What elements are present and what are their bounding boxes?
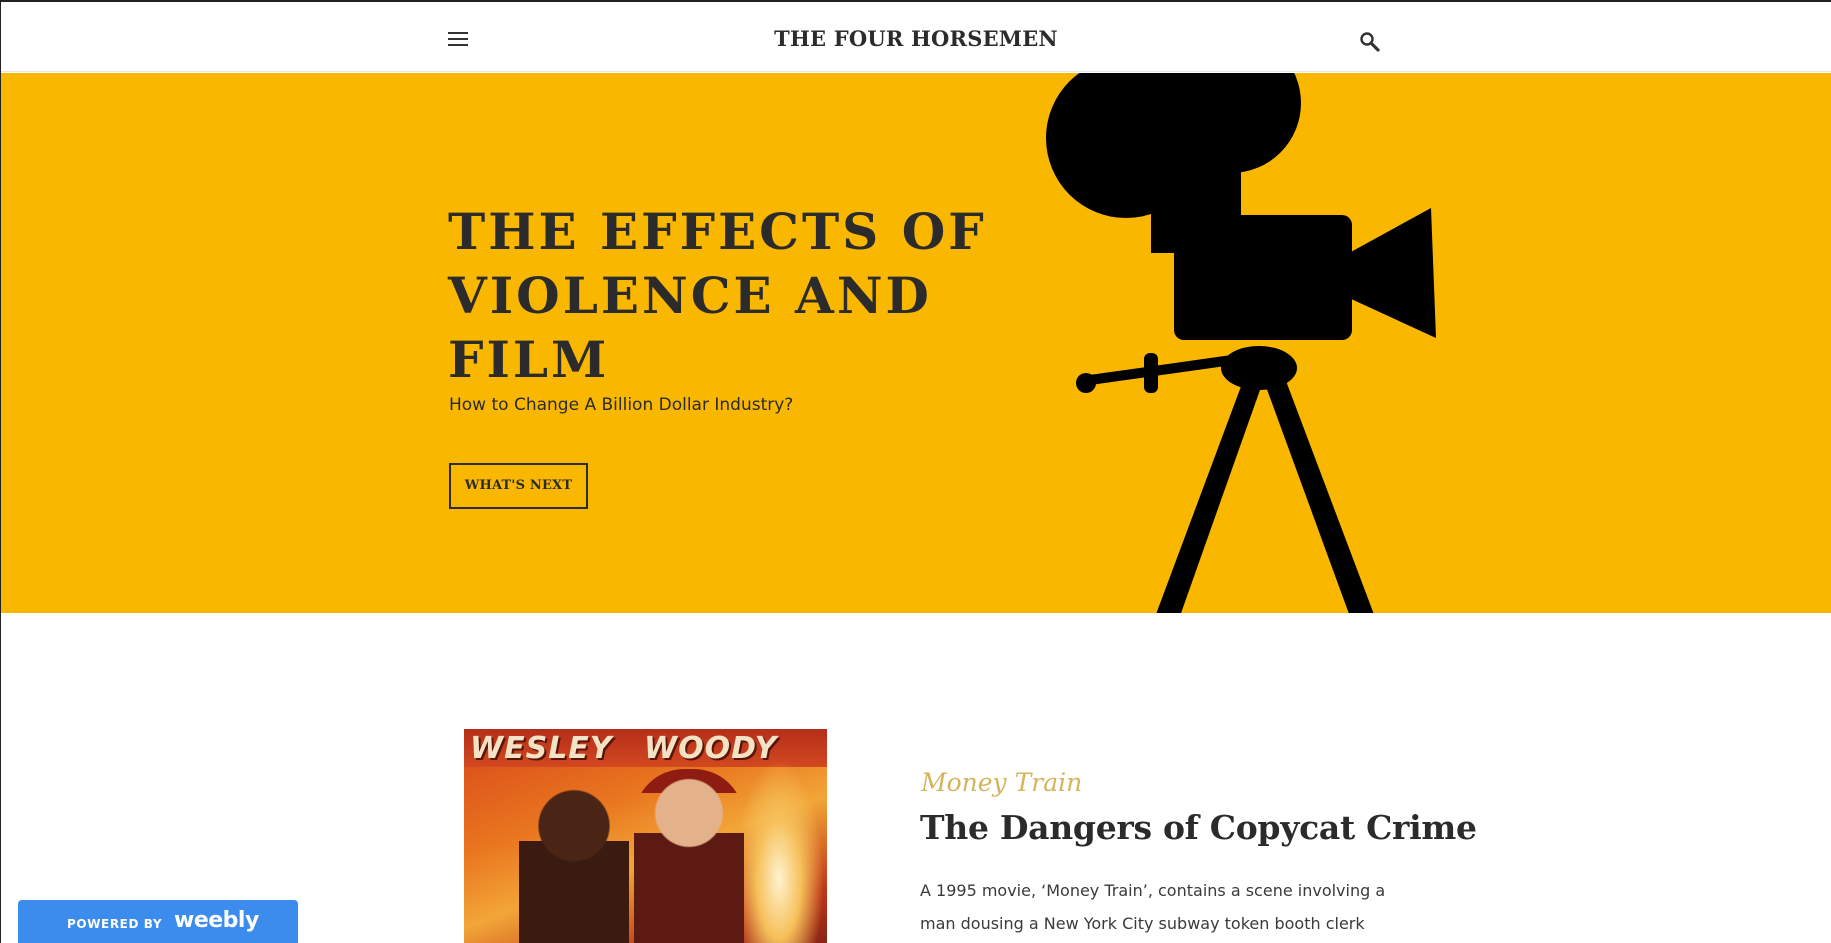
poster-actor-left: [519, 784, 629, 943]
hero-subtitle: How to Change A Billion Dollar Industry?: [449, 395, 794, 415]
money-train-poster-image: WESLEY WOODY: [464, 729, 827, 943]
film-camera-on-tripod-icon: [1046, 73, 1436, 613]
hero-banner: THE EFFECTS OF VIOLENCE AND FILM How to …: [1, 73, 1831, 613]
poster-name-wesley: WESLEY: [470, 731, 613, 766]
hero-title: THE EFFECTS OF VIOLENCE AND FILM: [448, 202, 987, 389]
powered-by-label: POWERED BY: [67, 917, 163, 931]
page: THE FOUR HORSEMEN THE EFFECTS OF VIOLENC…: [0, 0, 1831, 943]
article-body: A 1995 movie, ‘Money Train’, contains a …: [920, 881, 1386, 933]
article-kicker: Money Train: [921, 768, 1083, 797]
search-icon[interactable]: [1359, 31, 1381, 53]
whats-next-button[interactable]: WHAT'S NEXT: [449, 463, 588, 509]
weebly-logo: weebly: [174, 908, 259, 933]
article-title: The Dangers of Copycat Crime: [920, 808, 1477, 847]
poster-actor-right: [634, 769, 744, 943]
site-header: THE FOUR HORSEMEN: [1, 2, 1831, 72]
powered-by-weebly-badge[interactable]: POWERED BY weebly: [18, 900, 298, 943]
site-title[interactable]: THE FOUR HORSEMEN: [1, 26, 1831, 51]
